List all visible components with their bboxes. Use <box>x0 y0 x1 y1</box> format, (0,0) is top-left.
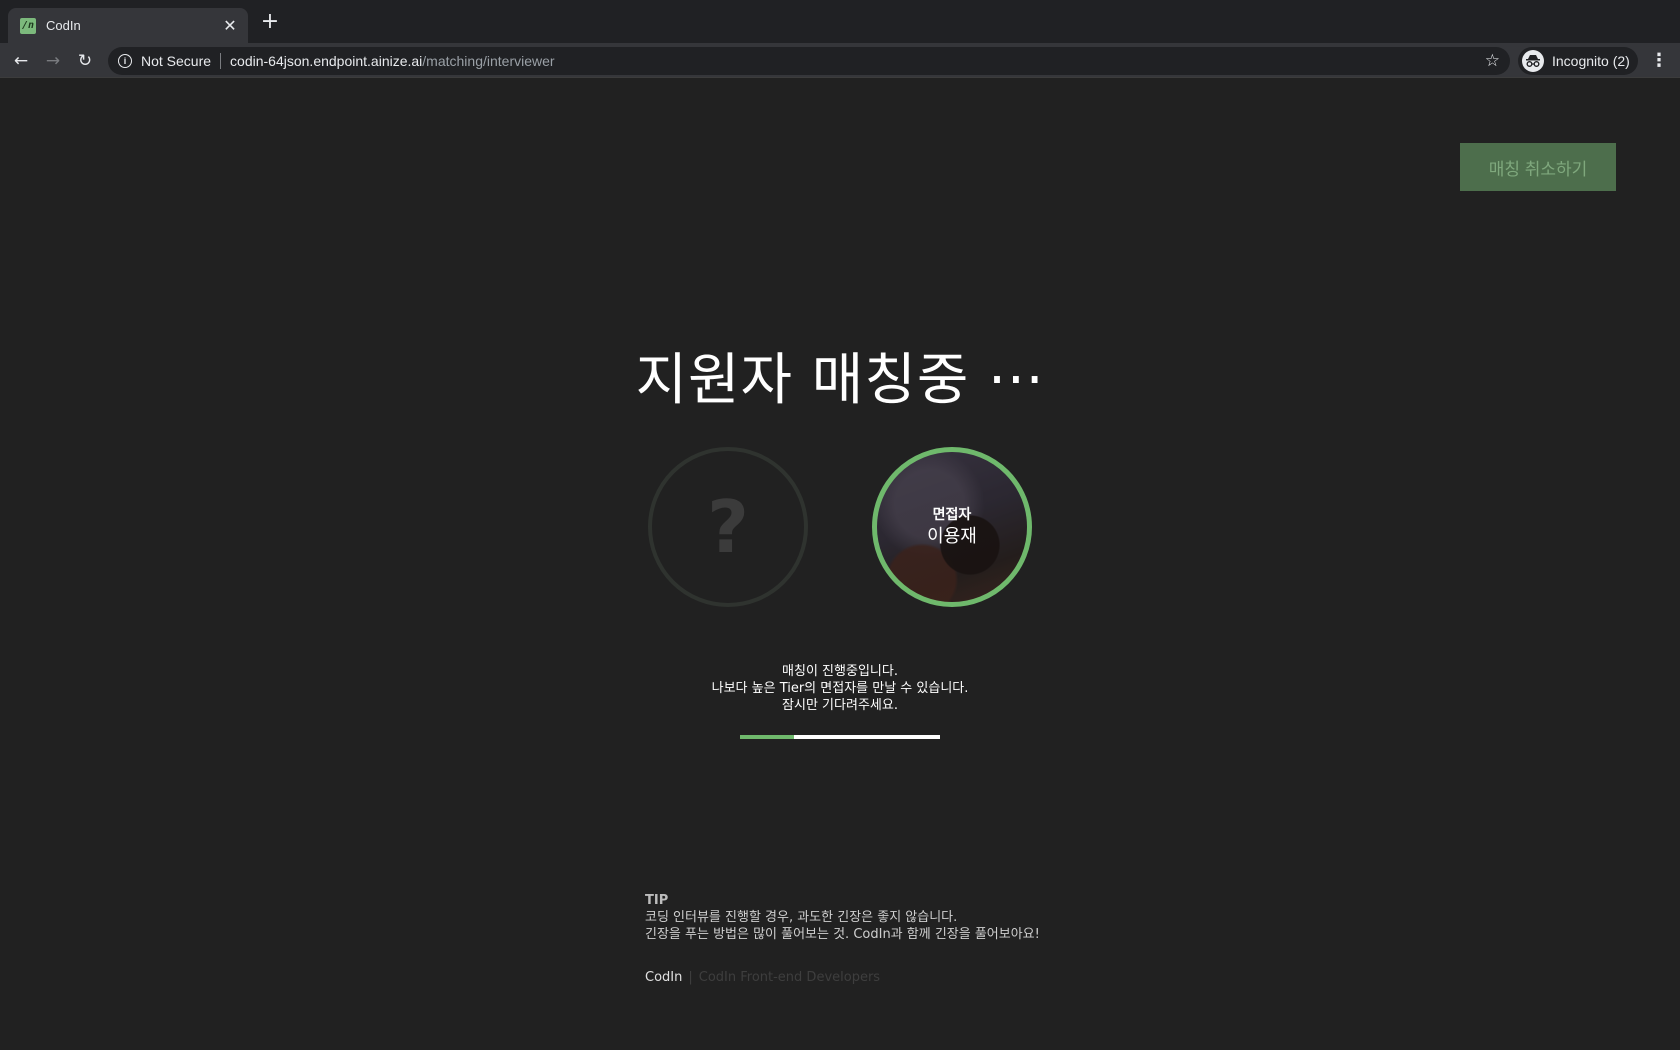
incognito-icon <box>1522 50 1544 72</box>
security-label[interactable]: Not Secure <box>141 53 211 69</box>
tip-section: TIP 코딩 인터뷰를 진행할 경우, 과도한 긴장은 좋지 않습니다. 긴장을… <box>645 892 1040 943</box>
progress-fill <box>740 735 794 739</box>
tab-title: CodIn <box>46 18 81 33</box>
browser-toolbar: ← → ↻ i Not Secure codin-64json.endpoint… <box>0 43 1680 78</box>
interviewer-role-label: 면접자 <box>932 507 972 523</box>
message-line: 매칭이 진행중입니다. <box>782 664 898 679</box>
forward-icon[interactable]: → <box>42 50 64 72</box>
info-icon[interactable]: i <box>118 54 132 68</box>
url-path[interactable]: /matching/interviewer <box>422 53 554 69</box>
browser-tab[interactable]: /n CodIn ✕ <box>8 8 248 43</box>
footer-brand: CodIn <box>645 970 683 985</box>
close-icon[interactable]: ✕ <box>222 16 238 35</box>
reload-icon[interactable]: ↻ <box>74 50 96 72</box>
menu-icon[interactable]: ⋮ <box>1650 50 1668 72</box>
page-title: 지원자 매칭중 ··· <box>635 348 1045 413</box>
browser-tab-strip: /n CodIn ✕ + <box>0 0 1680 43</box>
footer-separator: | <box>688 970 693 985</box>
matching-message: 매칭이 진행중입니다. 나보다 높은 Tier의 면접자를 만날 수 있습니다.… <box>0 663 1680 714</box>
divider <box>220 53 222 69</box>
message-line: 잠시만 기다려주세요. <box>782 698 898 713</box>
tip-line: 긴장을 푸는 방법은 많이 풀어보는 것. CodIn과 함께 긴장을 풀어보아… <box>645 927 1040 942</box>
address-bar[interactable]: i Not Secure codin-64json.endpoint.ainiz… <box>108 47 1510 75</box>
profile-button[interactable]: Incognito (2) <box>1518 47 1638 75</box>
star-icon[interactable]: ☆ <box>1485 51 1500 71</box>
plus-icon[interactable]: + <box>260 11 280 33</box>
message-line: 나보다 높은 Tier의 면접자를 만날 수 있습니다. <box>711 681 969 696</box>
tip-line: 코딩 인터뷰를 진행할 경우, 과도한 긴장은 좋지 않습니다. <box>645 910 958 925</box>
profile-label: Incognito (2) <box>1552 53 1630 69</box>
footer: CodIn | CodIn Front-end Developers <box>645 970 880 985</box>
question-mark-icon: ? <box>707 485 749 569</box>
url-host[interactable]: codin-64json.endpoint.ainize.ai <box>230 53 422 69</box>
interviewer-name-label: 이용재 <box>927 526 977 547</box>
tip-title: TIP <box>645 893 669 908</box>
back-icon[interactable]: ← <box>10 50 32 72</box>
interviewer-avatar: 면접자 이용재 <box>872 447 1032 607</box>
matching-page: 매칭 취소하기 지원자 매칭중 ··· ? 면접자 이용재 매칭이 진행중입니다… <box>0 79 1680 1050</box>
codin-favicon-icon: /n <box>20 17 36 34</box>
footer-subtitle: CodIn Front-end Developers <box>698 970 881 985</box>
matching-progress-bar <box>740 735 940 739</box>
candidate-placeholder-avatar: ? <box>648 447 808 607</box>
cancel-matching-button[interactable]: 매칭 취소하기 <box>1460 143 1616 191</box>
